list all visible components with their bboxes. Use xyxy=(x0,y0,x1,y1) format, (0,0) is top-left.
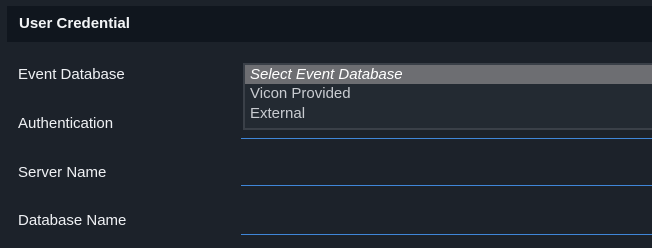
server-name-field[interactable] xyxy=(241,185,652,186)
user-credential-panel: User Credential Event Database Authentic… xyxy=(0,0,652,248)
dropdown-option-label: Select Event Database xyxy=(250,66,403,83)
authentication-label: Authentication xyxy=(18,115,114,132)
event-database-label: Event Database xyxy=(18,66,125,83)
dropdown-option-select-event-database[interactable]: Select Event Database xyxy=(245,65,652,84)
server-name-label: Server Name xyxy=(18,164,107,181)
event-database-dropdown-list[interactable]: Select Event Database Vicon Provided Ext… xyxy=(243,63,652,130)
panel-title: User Credential xyxy=(19,15,130,32)
dropdown-option-external[interactable]: External xyxy=(250,105,305,122)
authentication-field[interactable] xyxy=(241,138,652,139)
panel-header: User Credential xyxy=(7,6,652,42)
database-name-label: Database Name xyxy=(18,212,127,229)
database-name-field[interactable] xyxy=(241,234,652,235)
dropdown-option-vicon-provided[interactable]: Vicon Provided xyxy=(250,85,351,102)
